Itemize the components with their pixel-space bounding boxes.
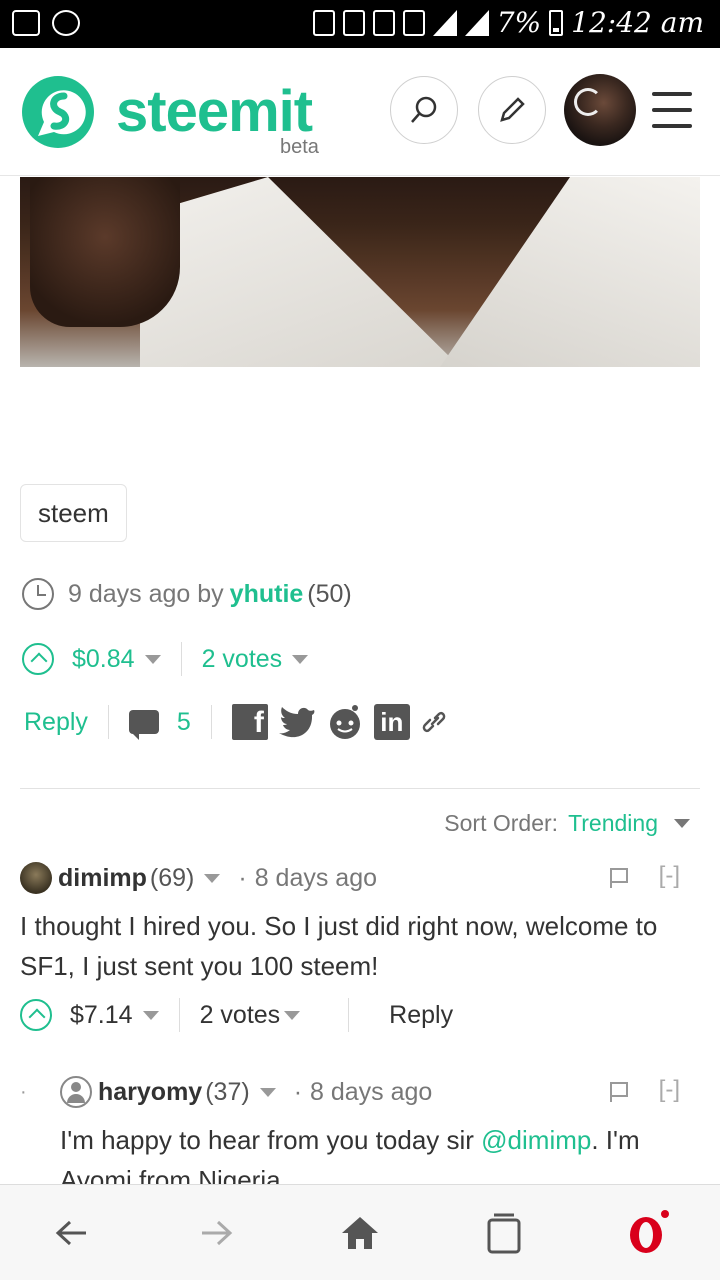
linkedin-icon[interactable]: in [373,704,410,740]
gallery-icon [12,10,40,36]
comment-reputation: (69) [149,863,195,892]
clock-icon [22,578,54,610]
sort-dropdown-icon[interactable] [674,819,690,828]
opera-icon [630,1210,669,1253]
post-image [20,177,700,367]
logo-beta: beta [280,136,319,158]
status-bar: 7% 12:42 am [0,0,720,48]
comment-text: I'm happy to hear from you today sir [60,1125,482,1155]
pencil-icon [500,97,525,122]
mention-link[interactable]: @dimimp [481,1125,591,1155]
comment-body: I thought I hired you. So I just did rig… [20,911,658,981]
mute-icon [342,9,365,36]
steemit-logo-icon[interactable] [20,74,96,150]
post-votes[interactable]: 2 votes [202,645,283,674]
comment-vote-row: $7.14 2 votes Reply [20,998,700,1032]
author-dropdown-icon[interactable] [259,1087,276,1097]
comment-author[interactable]: haryomy [98,1078,202,1107]
divider [210,705,212,739]
search-icon [411,96,437,123]
collapse-toggle[interactable]: [-] [659,1076,680,1104]
comment-reply-button[interactable]: Reply [389,1001,453,1030]
comment-reputation: (37) [205,1077,250,1106]
comment-header: dimimp (69) · 8 days ago [-] [20,862,700,894]
comment-votes[interactable]: 2 votes [200,1001,281,1030]
post-action-row: Reply 5 f in [24,704,448,740]
tabs-button[interactable] [480,1209,528,1257]
author-dropdown-icon[interactable] [204,873,221,883]
upvote-icon[interactable] [20,999,52,1031]
sort-value[interactable]: Trending [568,810,658,837]
avatar[interactable] [60,1076,92,1108]
forward-icon [202,1220,233,1246]
link-icon[interactable] [420,708,448,736]
tabs-icon [487,1213,521,1254]
post-tag[interactable]: steem [20,484,127,542]
collapse-toggle[interactable]: [-] [659,862,680,890]
divider [107,705,109,739]
comment-icon[interactable] [128,710,159,740]
alarm-icon [372,9,395,36]
post-meta: 9 days ago by yhutie (50) [22,578,352,610]
battery-icon [549,9,564,36]
divider [348,998,350,1032]
flag-icon[interactable] [610,1082,628,1102]
opera-menu-button[interactable] [624,1209,672,1257]
browser-bottom-bar [0,1184,720,1280]
reply-button[interactable]: Reply [24,708,88,737]
comment-header: · haryomy (37) · 8 days ago [-] [20,1076,700,1108]
back-icon [55,1220,86,1246]
twitter-icon[interactable] [278,705,316,739]
divider [180,642,182,676]
messenger-icon [52,10,80,36]
logo-text[interactable]: steemit [116,78,313,145]
heart-icon [402,9,425,36]
comment-count[interactable]: 5 [177,708,191,737]
comment: · haryomy (37) · 8 days ago [-] I'm happ… [20,1076,700,1200]
search-button[interactable] [390,76,458,144]
comment-author[interactable]: dimimp [58,864,147,893]
home-button[interactable] [336,1209,384,1257]
comments-divider [20,788,700,789]
post-age: 9 days ago by [68,579,224,608]
post-payout[interactable]: $0.84 [72,645,135,674]
notification-icon [312,9,335,36]
signal-icon [432,9,457,36]
comment-payout[interactable]: $7.14 [70,1001,133,1030]
votes-dropdown-icon[interactable] [292,654,309,664]
author-reputation: (50) [307,579,352,608]
back-button[interactable] [48,1209,96,1257]
home-icon [342,1217,378,1249]
divider [178,998,180,1032]
clock-time: 12:42 am [571,6,704,39]
thread-dot: · [20,1080,27,1103]
comment: dimimp (69) · 8 days ago [-] I thought I… [20,862,700,1032]
share-links: f in [231,704,448,740]
avatar[interactable] [20,862,52,894]
forward-button[interactable] [192,1209,240,1257]
write-post-button[interactable] [478,76,546,144]
user-avatar[interactable] [564,74,636,146]
payout-dropdown-icon[interactable] [142,1010,159,1020]
comment-age[interactable]: 8 days ago [255,864,377,893]
site-header: steemit beta [0,48,720,176]
comment-age[interactable]: 8 days ago [310,1078,432,1107]
battery-percent: 7% [496,6,542,39]
network-icon [464,9,489,36]
post-author[interactable]: yhutie [230,580,304,609]
flag-icon[interactable] [610,868,628,888]
votes-dropdown-icon[interactable] [284,1010,301,1020]
sort-label: Sort Order: [444,810,559,836]
sort-order[interactable]: Sort Order: Trending [444,810,690,837]
upvote-icon[interactable] [22,643,54,675]
facebook-icon[interactable]: f [231,704,268,740]
payout-dropdown-icon[interactable] [144,654,161,664]
reddit-icon[interactable] [326,704,364,740]
menu-icon[interactable] [652,92,692,128]
post-vote-row: $0.84 2 votes [22,642,309,676]
